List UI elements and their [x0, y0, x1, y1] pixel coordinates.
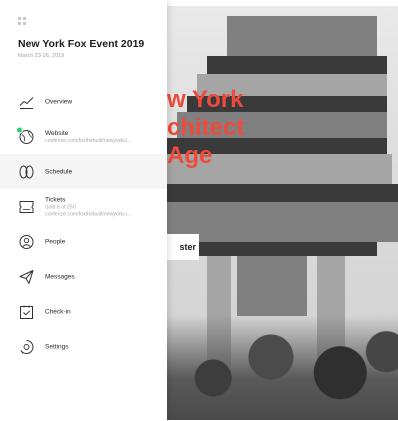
building-block	[187, 242, 377, 256]
nav-item-label: Overview	[45, 98, 73, 105]
building-block	[167, 202, 398, 242]
hero-image: w York chitect Age ster	[167, 6, 398, 420]
schedule-icon	[18, 163, 35, 180]
nav-item-sublabel: conferize.com/foxthebuilt/newyorkci...	[45, 211, 132, 217]
event-title: New York Fox Event 2019	[18, 38, 145, 50]
nav-item-overview[interactable]: Overview	[0, 84, 167, 119]
nav-item-website[interactable]: Website conferize.com/foxthebuilt/newyor…	[0, 119, 167, 154]
nav-list: Overview Website conferize.com/foxthebui…	[0, 84, 167, 364]
nav-item-sublabel: Sold 6 of 250	[45, 204, 76, 210]
check-in-icon	[18, 303, 35, 320]
hero-title-line: chitect	[167, 114, 245, 141]
nav-item-tickets[interactable]: Tickets Sold 6 of 250 conferize.com/foxt…	[0, 189, 167, 224]
hero-trees	[167, 315, 398, 420]
event-date: March 23-26, 2019	[18, 53, 65, 59]
globe-icon	[16, 126, 35, 145]
nav-item-label: People	[45, 238, 66, 245]
ticket-icon	[18, 198, 35, 215]
side-drawer: New York Fox Event 2019 March 23-26, 201…	[0, 0, 167, 421]
building-block	[167, 184, 398, 202]
settings-icon	[18, 338, 35, 355]
nav-item-label: Schedule	[45, 168, 73, 175]
person-icon	[18, 233, 35, 250]
nav-item-schedule[interactable]: Schedule	[0, 154, 167, 189]
hero-title-line: Age	[167, 142, 213, 169]
nav-item-sublabel: conferize.com/foxthebuilt/newyorkci...	[45, 137, 132, 144]
status-badge	[16, 126, 23, 133]
nav-item-label: Website	[45, 129, 69, 137]
paper-plane-icon	[18, 268, 35, 285]
chart-line-icon	[18, 93, 35, 110]
nav-item-check-in[interactable]: Check-in	[0, 294, 167, 329]
hero-title: w York chitect Age	[167, 86, 244, 170]
nav-item-messages[interactable]: Messages	[0, 259, 167, 294]
building-block	[237, 256, 307, 316]
nav-item-label: Tickets	[45, 196, 66, 203]
grid-icon[interactable]	[18, 17, 26, 25]
building-block	[227, 16, 377, 56]
hero-title-line: w York	[167, 86, 244, 113]
nav-item-settings[interactable]: Settings	[0, 329, 167, 364]
nav-item-people[interactable]: People	[0, 224, 167, 259]
nav-item-label: Check-in	[45, 308, 71, 315]
register-button[interactable]: ster	[167, 234, 199, 260]
nav-item-label: Settings	[45, 343, 69, 350]
nav-item-label: Messages	[45, 273, 75, 280]
building-block	[207, 56, 387, 74]
